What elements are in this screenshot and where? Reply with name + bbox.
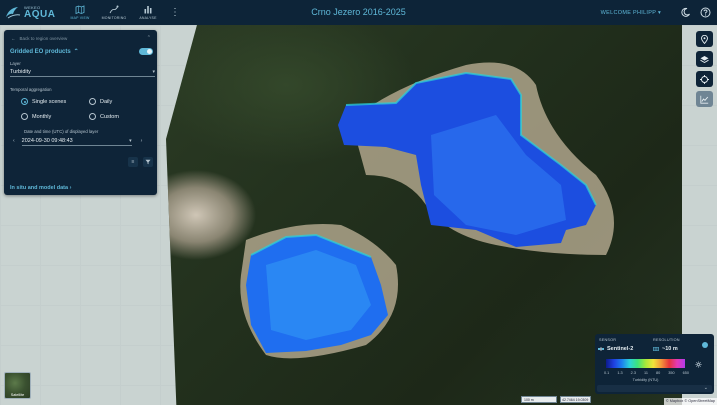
resolution-value: ~10 m (662, 346, 678, 352)
tab-analyse[interactable]: ANALYSE (131, 0, 165, 25)
top-bar: WEKEO AQUA MAP VIEW MONITORING ANALYSE ⋮… (0, 0, 717, 25)
previous-date-button[interactable]: ‹ (13, 138, 15, 144)
user-menu[interactable]: WELCOME PHILIPP ▾ (601, 10, 661, 16)
tick-label: 80 (655, 371, 661, 375)
turbidity-colorbar (606, 359, 685, 368)
bar-chart-icon (144, 6, 152, 14)
location-pin-button[interactable] (696, 31, 713, 47)
date-label: Date and time (UTC) of displayed layer (24, 129, 99, 134)
map-pin-icon (701, 34, 708, 44)
app-logo[interactable]: WEKEO AQUA (5, 5, 63, 20)
sensor-value: Sentinel-2 (607, 346, 634, 352)
date-select[interactable]: 2024-09-30 09:48:43 ▾ (21, 136, 132, 146)
gear-icon[interactable] (695, 361, 702, 368)
gridded-eo-title: Gridded EO products (10, 48, 71, 55)
radio-monthly[interactable]: Monthly (21, 113, 51, 120)
radio-dot (89, 98, 96, 105)
back-label: Back to region overview (19, 35, 68, 41)
welcome-text: WELCOME PHILIPP (600, 9, 657, 16)
logo-wave-icon (6, 7, 21, 19)
back-to-overview-link[interactable]: ← Back to region overview ⌃ (11, 34, 151, 42)
layer-panel: ← Back to region overview ⌃ Gridded EO p… (4, 30, 157, 195)
chevron-down-icon: ▾ (657, 9, 661, 16)
tick-label: 350 (668, 371, 675, 375)
in-situ-model-link[interactable]: In situ and model data › (10, 185, 71, 191)
sensor-header: SENSOR (599, 338, 617, 342)
layer-select-value: Turbidity (10, 68, 31, 75)
colorbar-unit: Turbidity (NTU) (632, 378, 659, 382)
list-icon: ≡ (131, 159, 135, 165)
tick-label: 1.3 (617, 371, 623, 375)
scale-bar: 100 m (521, 396, 557, 403)
radio-dot (89, 113, 96, 120)
radio-single-scenes[interactable]: Single scenes (21, 98, 66, 105)
gridded-eo-header[interactable]: Gridded EO products ⌃ (10, 48, 79, 56)
more-menu-button[interactable]: ⋮ (169, 7, 181, 18)
logo-brand-big: AQUA (24, 8, 56, 20)
layer-label: Layer (10, 61, 21, 66)
chevron-down-icon: ▾ (152, 68, 155, 75)
gridded-eo-toggle[interactable] (139, 48, 153, 55)
tab-map-view[interactable]: MAP VIEW (63, 0, 97, 25)
radio-daily[interactable]: Daily (89, 98, 112, 105)
resolution-header: RESOLUTION (653, 338, 680, 342)
chevron-right-icon: › (69, 185, 72, 191)
chevron-up-icon: ⌃ (73, 49, 79, 55)
info-icon[interactable] (702, 342, 708, 348)
tick-label: 2.3 (630, 371, 636, 375)
satellite-icon (598, 347, 604, 351)
satellite-icon (109, 5, 119, 14)
radio-label: Daily (100, 98, 113, 105)
collapse-panel-icon[interactable]: ⌃ (147, 35, 151, 41)
colorbar-ticks: 0.1 1.3 2.3 11 80 350 650 (604, 371, 689, 375)
dark-mode-icon[interactable] (680, 7, 691, 18)
tab-monitoring-label: MONITORING (101, 16, 127, 20)
radio-dot (21, 113, 28, 120)
filter-button[interactable] (143, 157, 153, 167)
tick-label: 0.1 (604, 371, 610, 375)
radio-label: Custom (100, 113, 119, 120)
tab-map-view-label: MAP VIEW (70, 16, 90, 20)
recenter-button[interactable] (696, 71, 713, 87)
radio-custom[interactable]: Custom (89, 113, 119, 120)
map-icon (75, 5, 85, 14)
tab-monitoring[interactable]: MONITORING (97, 0, 131, 25)
next-date-button[interactable]: › (141, 138, 143, 144)
date-value: 2024-09-30 09:48:43 (21, 137, 73, 144)
cursor-coordinates: 42.7464 19.0309 (560, 396, 591, 403)
radio-dot (21, 98, 28, 105)
radio-label: Single scenes (32, 98, 67, 105)
legend-panel: SENSOR RESOLUTION Sentinel-2 ~10 m 0.1 1… (595, 334, 714, 394)
chevron-down-icon: ▾ (129, 137, 132, 144)
temporal-label: Temporal aggregation (10, 87, 52, 92)
in-situ-label: In situ and model data (10, 185, 69, 191)
map-attribution[interactable]: © Mapbox © OpenStreetMap (663, 398, 717, 405)
chevron-down-icon: ⌄ (703, 385, 708, 391)
tick-label: 11 (643, 371, 648, 375)
legend-expand-bar[interactable]: ⌄ (597, 385, 712, 392)
help-icon[interactable] (700, 7, 711, 18)
time-series-button[interactable] (696, 91, 713, 107)
layers-icon (700, 55, 709, 63)
layers-button[interactable] (696, 51, 713, 67)
basemap-label: Satellite (10, 393, 25, 397)
radio-label: Monthly (32, 113, 52, 120)
filter-icon (145, 159, 151, 165)
line-chart-icon (700, 95, 709, 104)
tick-label: 650 (682, 371, 689, 375)
layer-list-button[interactable]: ≡ (128, 157, 138, 167)
grid-icon (653, 347, 659, 351)
main-nav: MAP VIEW MONITORING ANALYSE (63, 0, 165, 25)
layer-select[interactable]: Turbidity ▾ (10, 67, 155, 77)
crosshair-icon (700, 74, 709, 84)
basemap-switcher[interactable]: Satellite (4, 372, 31, 399)
arrow-left-icon: ← (11, 35, 16, 41)
tab-analyse-label: ANALYSE (139, 16, 157, 20)
